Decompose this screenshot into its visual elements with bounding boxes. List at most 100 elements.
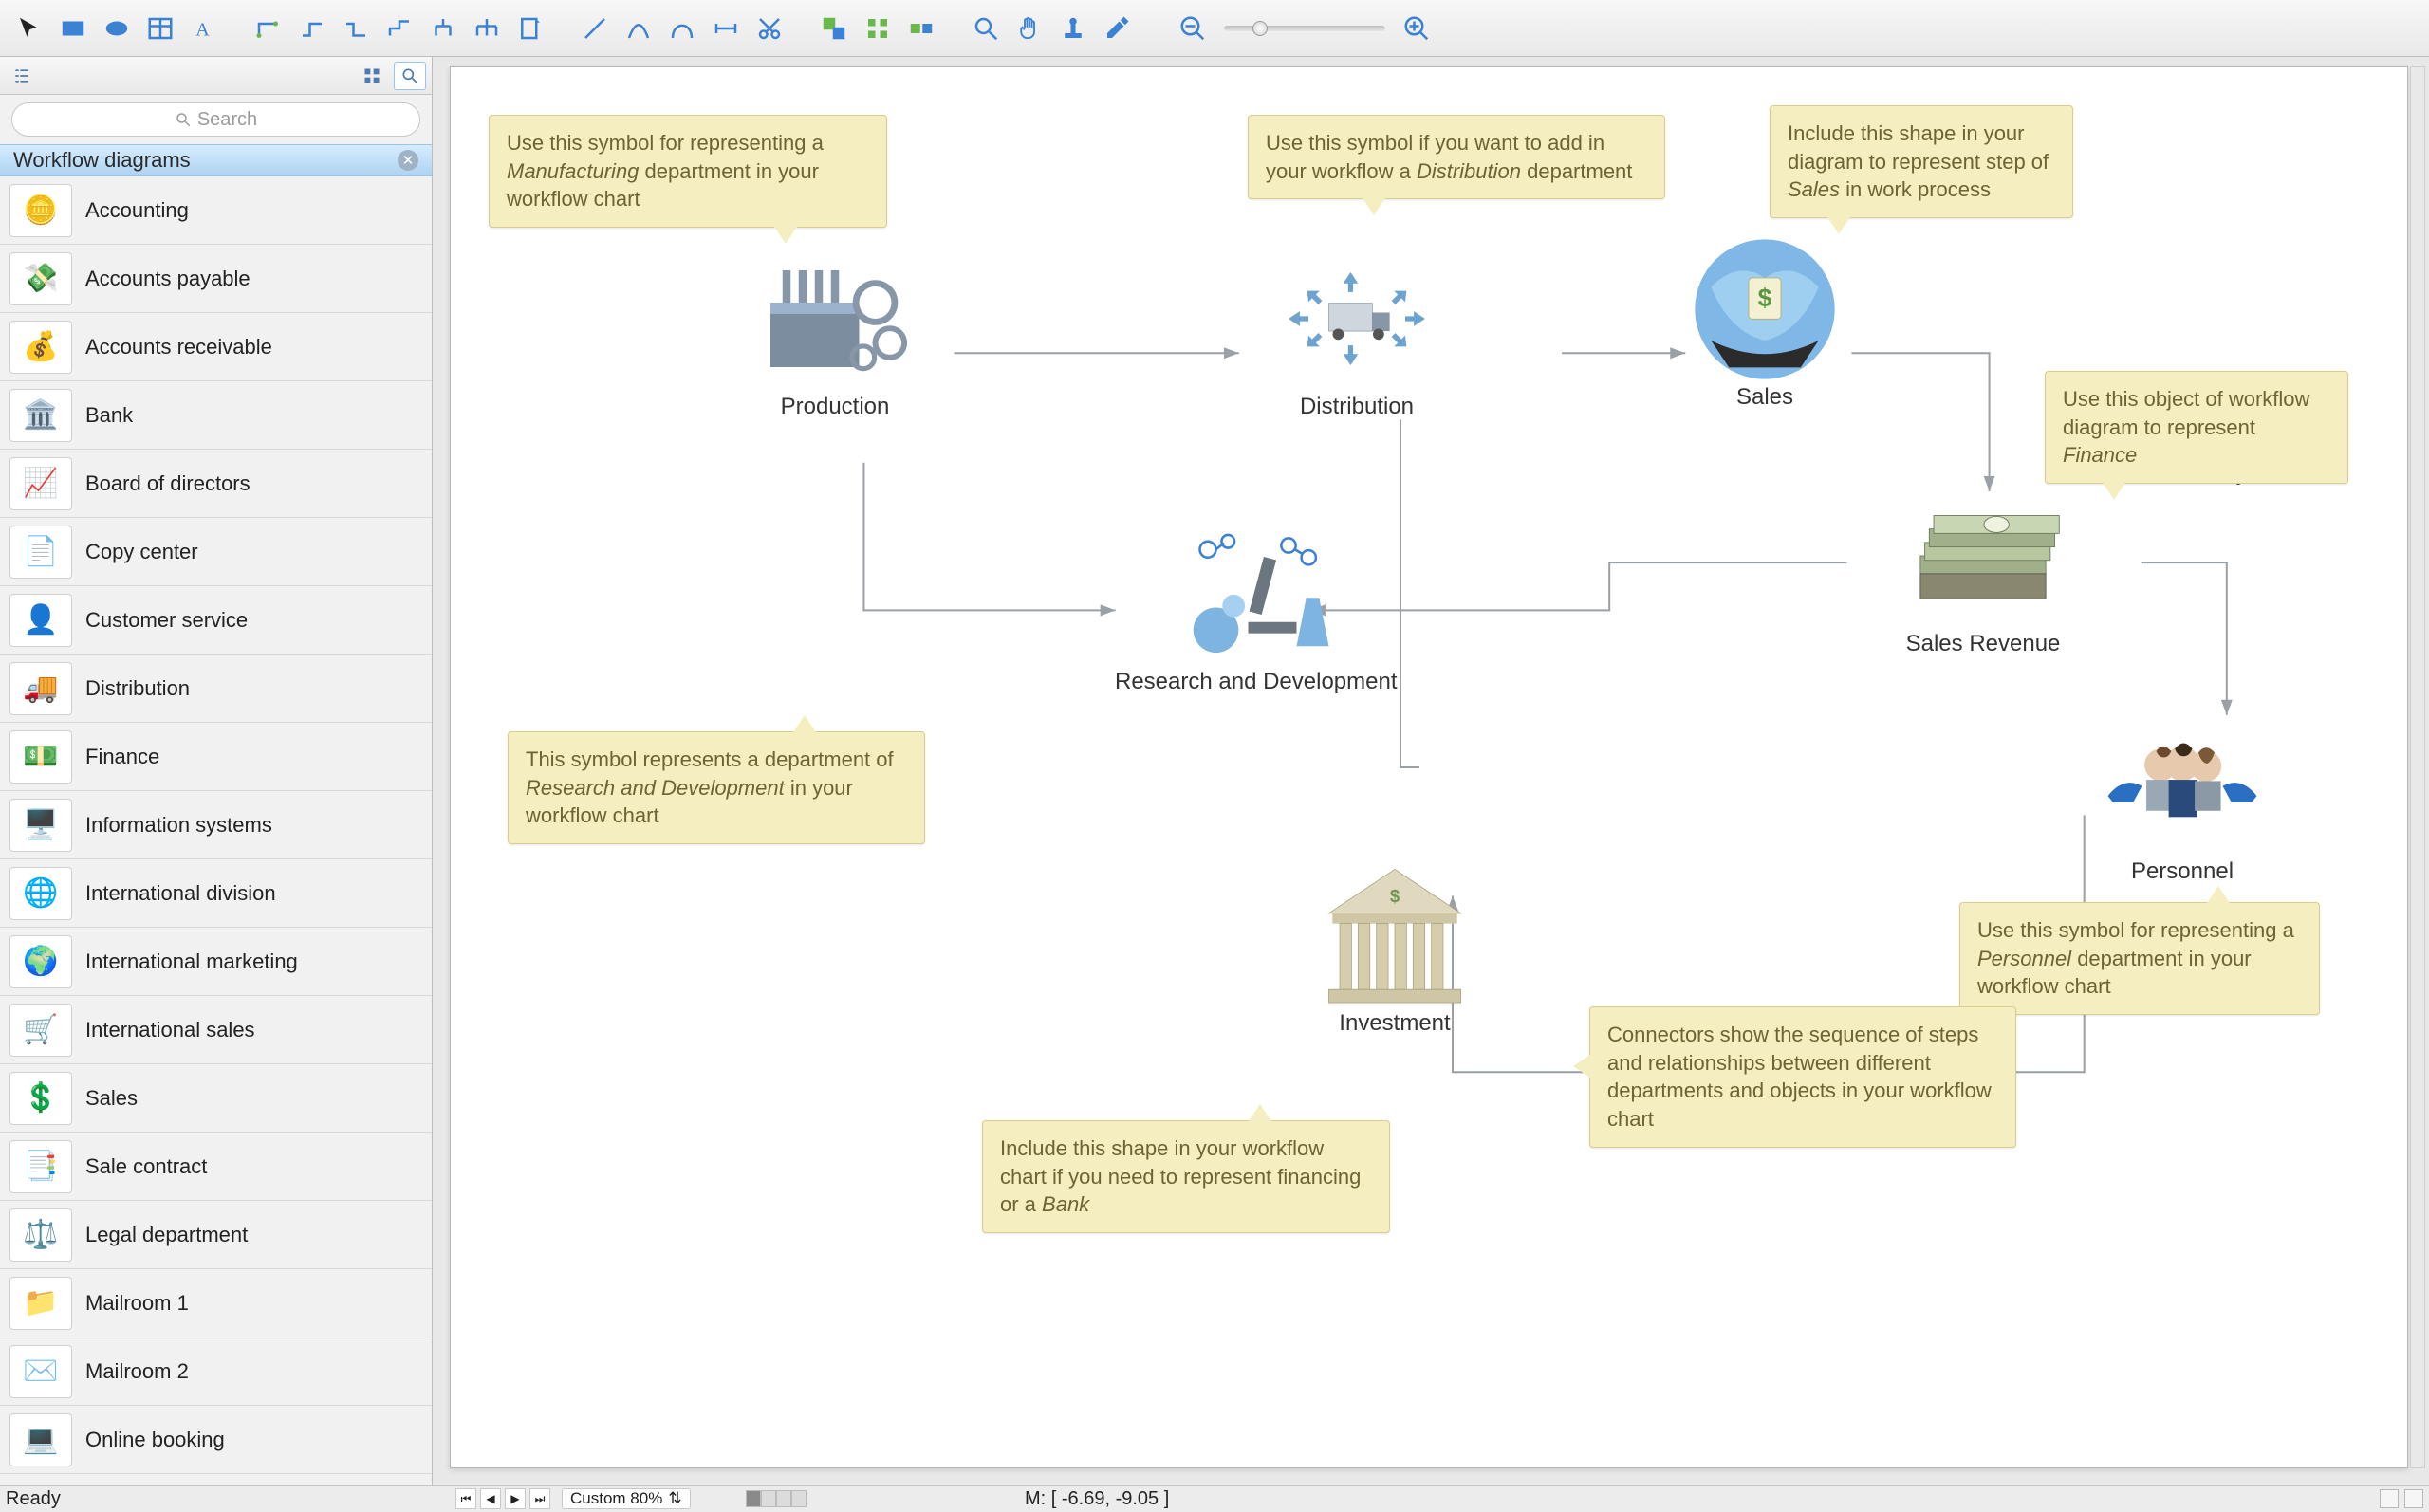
callout-sales: Include this shape in your diagram to re… (1770, 105, 2073, 218)
shape-item[interactable]: 💰 Accounts receivable (0, 313, 432, 381)
connector-step-tool[interactable] (290, 8, 334, 49)
curve-tool[interactable] (617, 8, 660, 49)
zoom-out-button[interactable] (1171, 8, 1214, 49)
page-first-button[interactable]: ⏮ (455, 1488, 476, 1509)
shape-item[interactable]: ⚖️ Legal department (0, 1201, 432, 1269)
group-tool[interactable] (812, 8, 856, 49)
shape-label: Online booking (85, 1428, 225, 1452)
shape-item[interactable]: 🚚 Distribution (0, 655, 432, 723)
shape-thumb-icon: 🏛️ (9, 389, 72, 442)
shape-item[interactable]: 🛒 International sales (0, 996, 432, 1064)
connector-tree2-tool[interactable] (465, 8, 509, 49)
snip-tool[interactable] (748, 8, 791, 49)
page-last-button[interactable]: ⏭ (529, 1488, 550, 1509)
connector-tree-tool[interactable] (421, 8, 465, 49)
pan-tool[interactable] (1008, 8, 1051, 49)
shape-thumb-icon: 🖥️ (9, 799, 72, 852)
align-tool[interactable] (856, 8, 899, 49)
shape-item[interactable]: 📄 Copy center (0, 518, 432, 586)
line-tool[interactable] (573, 8, 617, 49)
handshake-globe-icon: $ (1684, 238, 1845, 380)
connector-step3-tool[interactable] (378, 8, 421, 49)
shape-thumb-icon: ⚖️ (9, 1208, 72, 1262)
node-distribution[interactable]: Distribution (1276, 248, 1437, 420)
node-investment[interactable]: $ Investment (1314, 864, 1475, 1037)
page-connector-tool[interactable] (509, 8, 552, 49)
status-icon-1[interactable] (2380, 1489, 2399, 1508)
shape-item[interactable]: 📁 Mailroom 1 (0, 1269, 432, 1337)
stamp-tool[interactable] (1051, 8, 1095, 49)
zoom-slider[interactable] (1224, 26, 1385, 31)
shape-item[interactable]: 💲 Sales (0, 1064, 432, 1133)
page-next-button[interactable]: ▶ (505, 1488, 526, 1509)
tree-view-icon[interactable] (6, 62, 38, 90)
zoom-select[interactable]: Custom 80% ⇅ (562, 1488, 691, 1509)
rectangle-tool[interactable] (51, 8, 95, 49)
callout-bank: Include this shape in your workflow char… (982, 1120, 1390, 1233)
node-label: Sales (1736, 384, 1793, 411)
shape-thumb-icon: 🌍 (9, 935, 72, 988)
zoom-controls (1171, 8, 1438, 49)
shape-item[interactable]: 📑 Sale contract (0, 1133, 432, 1201)
page-prev-button[interactable]: ◀ (480, 1488, 501, 1509)
shape-thumb-icon: 📁 (9, 1277, 72, 1330)
pointer-tool[interactable] (8, 8, 51, 49)
dimension-tool[interactable] (704, 8, 748, 49)
eyedropper-tool[interactable] (1095, 8, 1139, 49)
node-label: Sales Revenue (1906, 631, 2061, 657)
shape-thumb-icon: 💰 (9, 321, 72, 374)
zoom-slider-thumb[interactable] (1252, 21, 1268, 36)
shape-label: International sales (85, 1018, 255, 1042)
status-ready: Ready (6, 1488, 61, 1510)
shape-item[interactable]: 🌐 International division (0, 859, 432, 928)
shape-list: 🪙 Accounting💸 Accounts payable💰 Accounts… (0, 176, 432, 1485)
table-tool[interactable] (139, 8, 182, 49)
search-view-icon[interactable] (394, 62, 426, 90)
factory-icon (754, 248, 916, 390)
connector-step2-tool[interactable] (334, 8, 378, 49)
shape-item[interactable]: 🖥️ Information systems (0, 791, 432, 859)
shape-item[interactable]: 📈 Board of directors (0, 450, 432, 518)
connector-l-tool[interactable] (247, 8, 290, 49)
shape-label: Accounts receivable (85, 335, 272, 360)
shape-item[interactable]: ✉️ Mailroom 2 (0, 1337, 432, 1406)
text-tool[interactable]: A (182, 8, 226, 49)
shape-item[interactable]: 💵 Finance (0, 723, 432, 791)
shape-item[interactable]: 💸 Accounts payable (0, 245, 432, 313)
shape-thumb-icon: 🌐 (9, 867, 72, 920)
canvas[interactable]: Production (450, 66, 2408, 1468)
shape-thumb-icon: 💸 (9, 252, 72, 305)
node-label: Production (781, 394, 890, 420)
shape-item[interactable]: 💻 Online booking (0, 1406, 432, 1474)
grid-view-icon[interactable] (356, 62, 388, 90)
tool-group-view (964, 8, 1139, 49)
search-input[interactable]: Search (11, 102, 420, 137)
statusbar: Ready ⏮ ◀ ▶ ⏭ Custom 80% ⇅ M: [ -6.69, -… (0, 1485, 2429, 1512)
node-rnd[interactable]: Research and Development (1115, 523, 1398, 695)
bezier-tool[interactable] (660, 8, 704, 49)
callout-finance: Use this object of workflow diagram to r… (2045, 371, 2348, 484)
vertical-scrollbar[interactable] (2410, 66, 2425, 1468)
node-sales[interactable]: $ Sales (1684, 238, 1845, 411)
shape-item[interactable]: 🪙 Accounting (0, 176, 432, 245)
shape-thumb-icon: 📄 (9, 526, 72, 579)
arrange-tool[interactable] (899, 8, 943, 49)
shape-item[interactable]: 👤 Customer service (0, 586, 432, 655)
node-production[interactable]: Production (754, 248, 916, 420)
status-icon-2[interactable] (2404, 1489, 2423, 1508)
ellipse-tool[interactable] (95, 8, 139, 49)
section-header[interactable]: Workflow diagrams ✕ (0, 144, 432, 176)
view-mode-cells[interactable] (746, 1490, 807, 1507)
zoom-in-button[interactable] (1395, 8, 1438, 49)
node-personnel[interactable]: Personnel (2102, 712, 2263, 885)
shape-label: Legal department (85, 1223, 248, 1247)
shape-item[interactable]: 🏛️ Bank (0, 381, 432, 450)
shape-item[interactable]: 🌍 International marketing (0, 928, 432, 996)
search-placeholder: Search (197, 109, 257, 131)
tool-group-shapes: A (8, 8, 226, 49)
shape-thumb-icon: 💻 (9, 1413, 72, 1466)
node-revenue[interactable]: Sales Revenue (1902, 485, 2064, 657)
panel-toolbar (0, 57, 432, 95)
zoom-tool[interactable] (964, 8, 1008, 49)
close-section-icon[interactable]: ✕ (398, 150, 418, 171)
